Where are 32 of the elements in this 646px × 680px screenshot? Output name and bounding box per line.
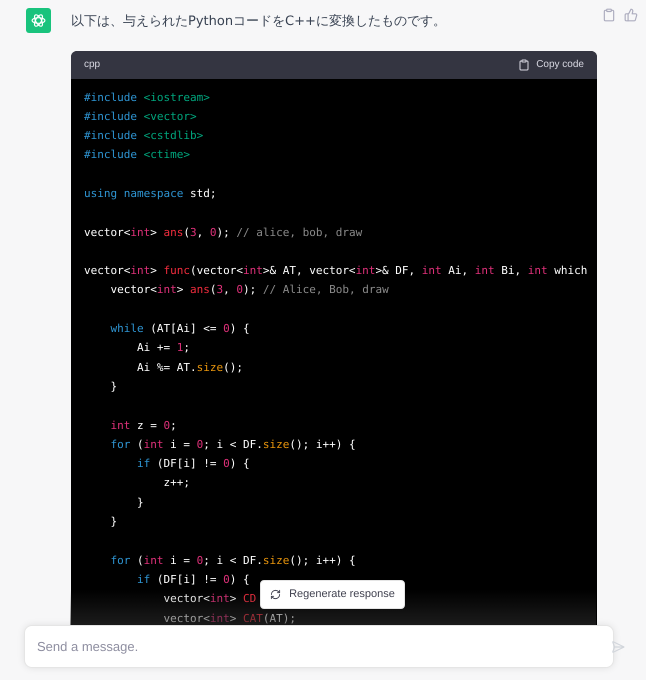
- language-label: cpp: [84, 58, 100, 72]
- code-line: Ai %= AT.size();: [136, 360, 243, 376]
- code-line: }: [109, 378, 118, 395]
- code-line: z++;: [162, 475, 190, 492]
- code-line: }: [136, 494, 144, 511]
- code-line: #include <ctime>: [84, 147, 190, 164]
- code-line: for (int i = 0; i < DF.size(); i++) {: [109, 552, 356, 569]
- copy-code-button[interactable]: Copy code: [518, 57, 584, 72]
- code-line: if (DF[i] != 0) {: [136, 572, 250, 588]
- code-line: }: [109, 514, 118, 530]
- code-line: #include <cstdlib>: [84, 128, 204, 144]
- assistant-message: 以下は、与えられたPythonコードをC++に変換したものです。: [71, 13, 447, 31]
- code-line: #include <vector>: [84, 108, 197, 125]
- code-line: vector<int> ans(3, 0); // Alice, Bob, draw: [109, 282, 389, 298]
- code-line: vector<int> CAT(AT);: [162, 610, 296, 627]
- code-line: if (DF[i] != 0) {: [136, 456, 250, 472]
- code-line: vector<int> func(vector<int>& AT, vector<int>& DF, int Ai, int Bi, int which: [84, 263, 588, 280]
- clipboard-icon: [518, 58, 530, 70]
- message-field[interactable]: Send a message.: [24, 625, 614, 668]
- code-line: Ai += 1;: [136, 340, 190, 356]
- send-icon[interactable]: [611, 640, 625, 654]
- copy-icon[interactable]: [602, 8, 616, 22]
- code-line: #include <iostream>: [84, 90, 210, 106]
- code-line: int z = 0;: [109, 418, 177, 434]
- code-line: vector<int> ans(3, 0); // alice, bob, draw: [84, 224, 362, 241]
- code-line: vector<int> CD: [162, 591, 256, 608]
- code-line: using namespace std;: [84, 186, 216, 202]
- code-line: while (AT[Ai] <= 0) {: [109, 321, 250, 338]
- refresh-icon: [270, 589, 282, 600]
- regenerate-button[interactable]: Regenerate response: [260, 580, 405, 609]
- code-line: for (int i = 0; i < DF.size(); i++) {: [109, 436, 356, 453]
- thumbs-up-icon[interactable]: [624, 8, 638, 22]
